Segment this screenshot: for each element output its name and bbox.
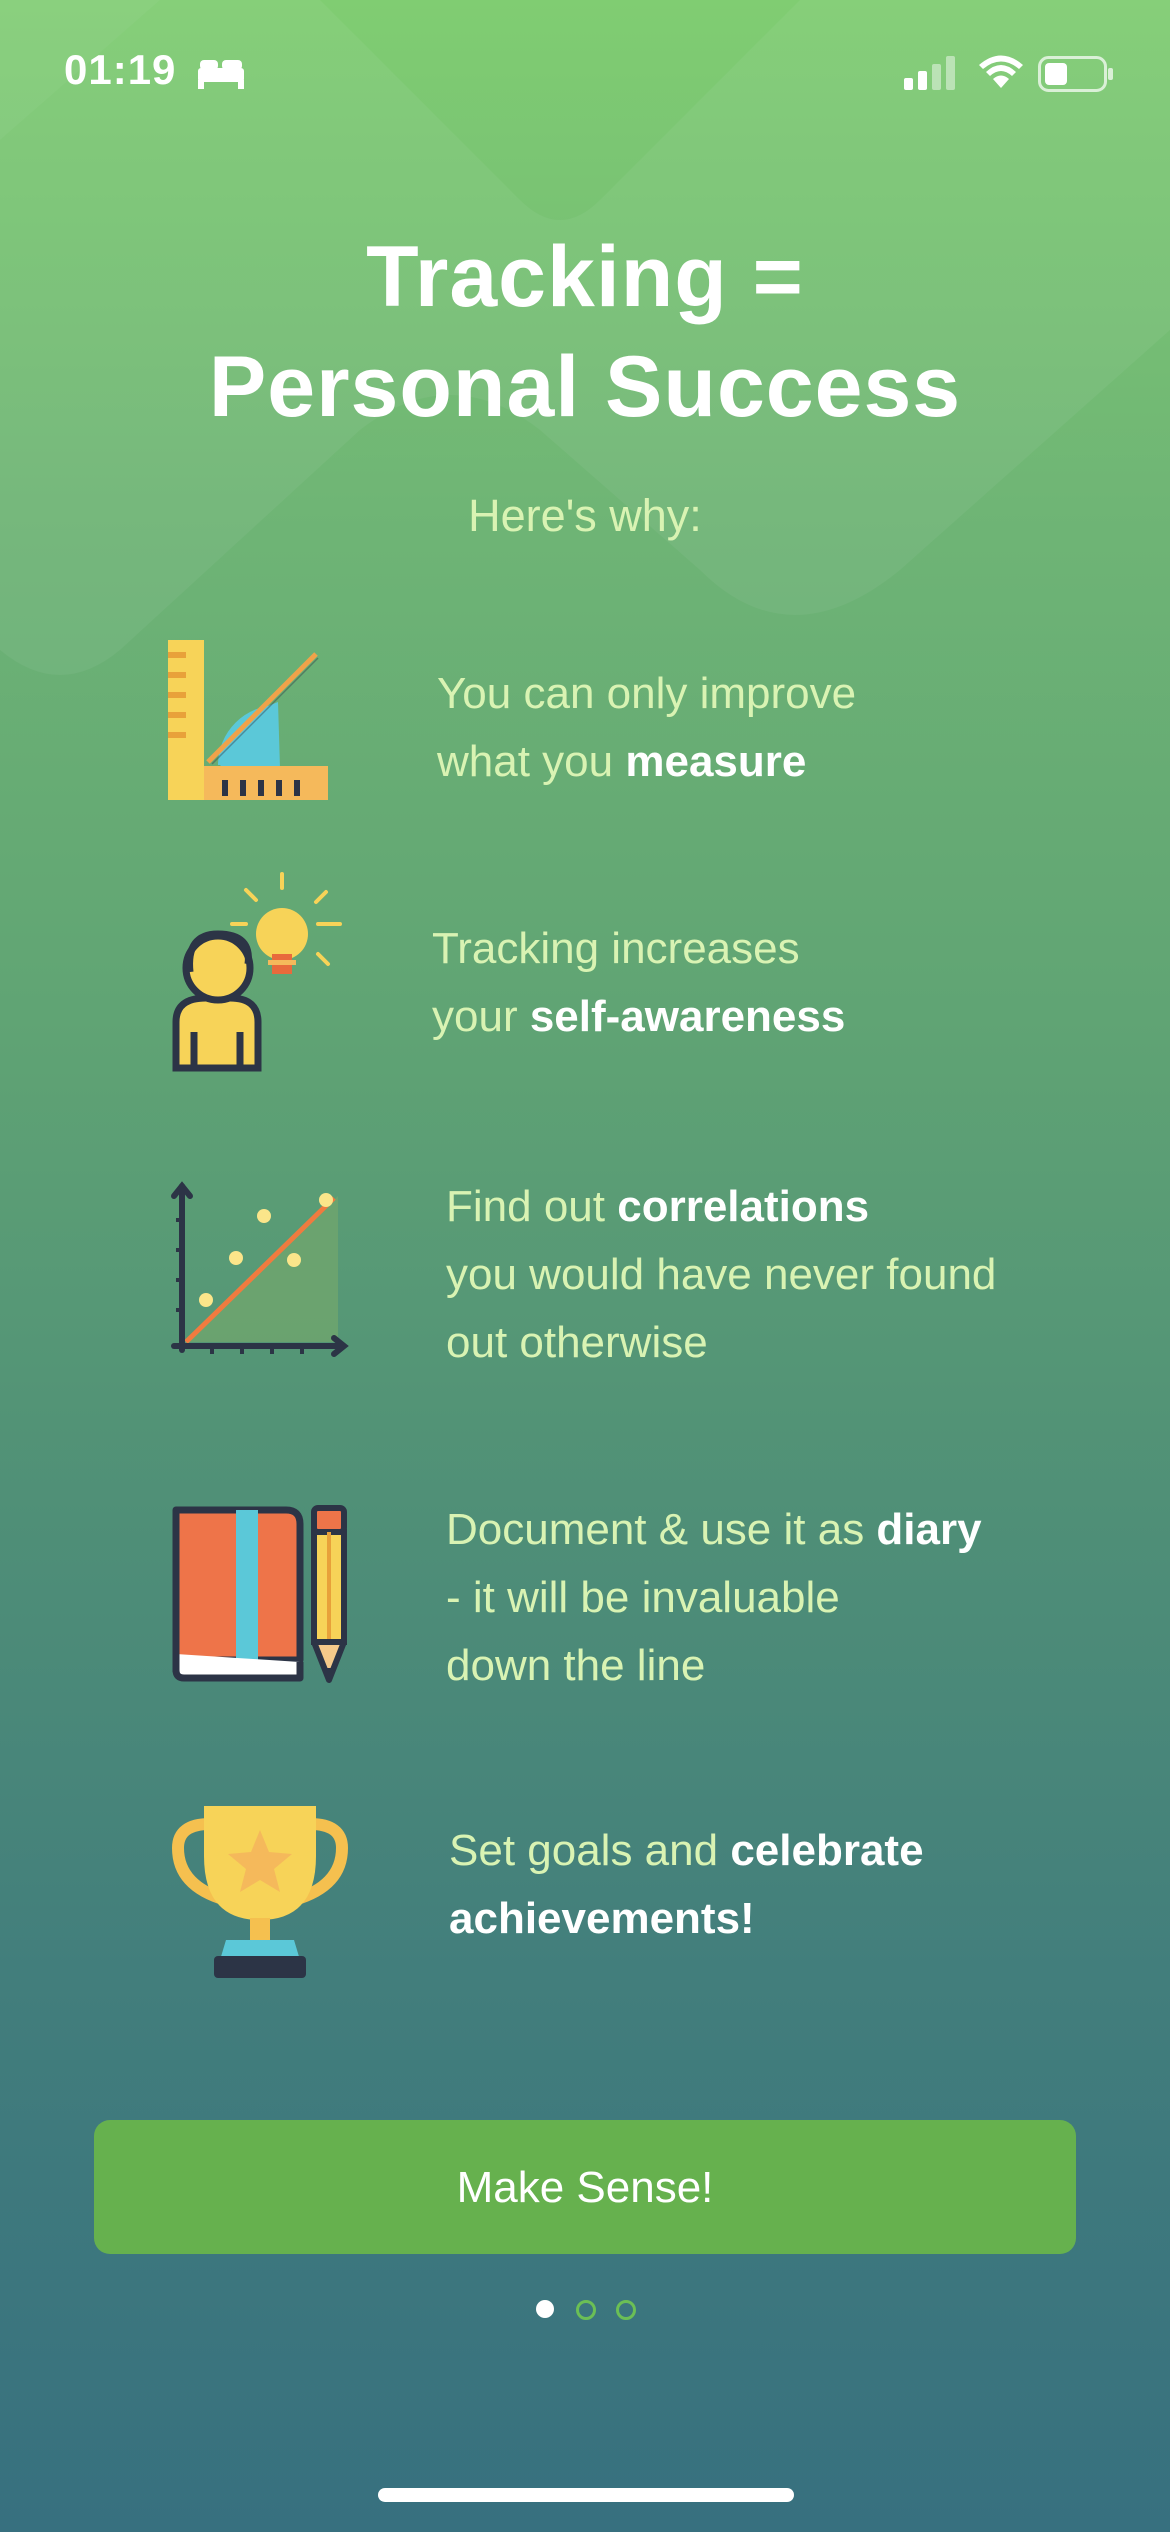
ruler-protractor-icon [168, 640, 328, 800]
battery-icon [1038, 56, 1113, 92]
reason-line: Tracking increases [432, 924, 800, 973]
onboarding-screen: 01:19 Tracking = Personal Success Here's… [0, 0, 1170, 2532]
reason-line: you would have never found [446, 1250, 997, 1299]
reason-line: what you measure [437, 728, 856, 796]
notebook-pencil-icon [172, 1505, 347, 1683]
reason-line: Set goals and celebrate [449, 1817, 924, 1885]
wifi-icon [979, 55, 1023, 88]
reason-emphasis: celebrate [730, 1826, 924, 1875]
page-dot-2[interactable] [576, 2300, 596, 2320]
reason-text-diary: Document & use it as diary - it will be … [446, 1496, 982, 1700]
home-indicator[interactable] [378, 2488, 794, 2502]
page-dot-3[interactable] [616, 2300, 636, 2320]
reason-plain: Set goals and [449, 1826, 731, 1875]
scatter-chart-icon [171, 1181, 349, 1357]
subtitle: Here's why: [468, 490, 702, 541]
status-time: 01:19 [64, 46, 177, 93]
title-line-2: Personal Success [208, 339, 962, 435]
reason-line: You can only improve [437, 669, 857, 718]
reason-text-measure: You can only improve what you measure [437, 660, 856, 796]
reason-emphasis: diary [876, 1505, 982, 1554]
page-dot-1[interactable] [536, 2300, 554, 2318]
reason-text-correlations: Find out correlations you would have nev… [446, 1173, 996, 1377]
reason-line: down the line [446, 1641, 706, 1690]
page-indicator [0, 2300, 1170, 2324]
reason-emphasis: measure [625, 737, 807, 786]
reason-text-self-awareness: Tracking increases your self-awareness [432, 915, 845, 1051]
reason-line: achievements! [449, 1885, 924, 1953]
reason-line: out otherwise [446, 1318, 708, 1367]
reason-emphasis: achievements! [449, 1894, 755, 1943]
make-sense-button[interactable]: Make Sense! [94, 2120, 1076, 2254]
status-bar: 01:19 [0, 0, 1170, 150]
reason-line: - it will be invaluable [446, 1573, 840, 1622]
reason-line: Document & use it as diary [446, 1496, 982, 1564]
reason-plain: Document & use it as [446, 1505, 877, 1554]
trophy-icon [171, 1806, 349, 1978]
reason-plain: your [432, 992, 530, 1041]
reason-emphasis: correlations [617, 1182, 870, 1231]
reason-emphasis: self-awareness [529, 992, 846, 1041]
reason-text-achievements: Set goals and celebrate achievements! [449, 1817, 924, 1953]
reason-line: your self-awareness [432, 983, 845, 1051]
reason-plain: what you [437, 737, 626, 786]
page-title: Tracking = Personal Success [0, 222, 1170, 442]
sleep-mode-icon [198, 60, 244, 89]
reason-plain: Find out [446, 1182, 618, 1231]
title-line-1: Tracking = [366, 229, 804, 325]
person-lightbulb-icon [172, 872, 342, 1072]
reason-line: Find out correlations [446, 1173, 996, 1241]
cellular-signal-icon [904, 56, 955, 90]
